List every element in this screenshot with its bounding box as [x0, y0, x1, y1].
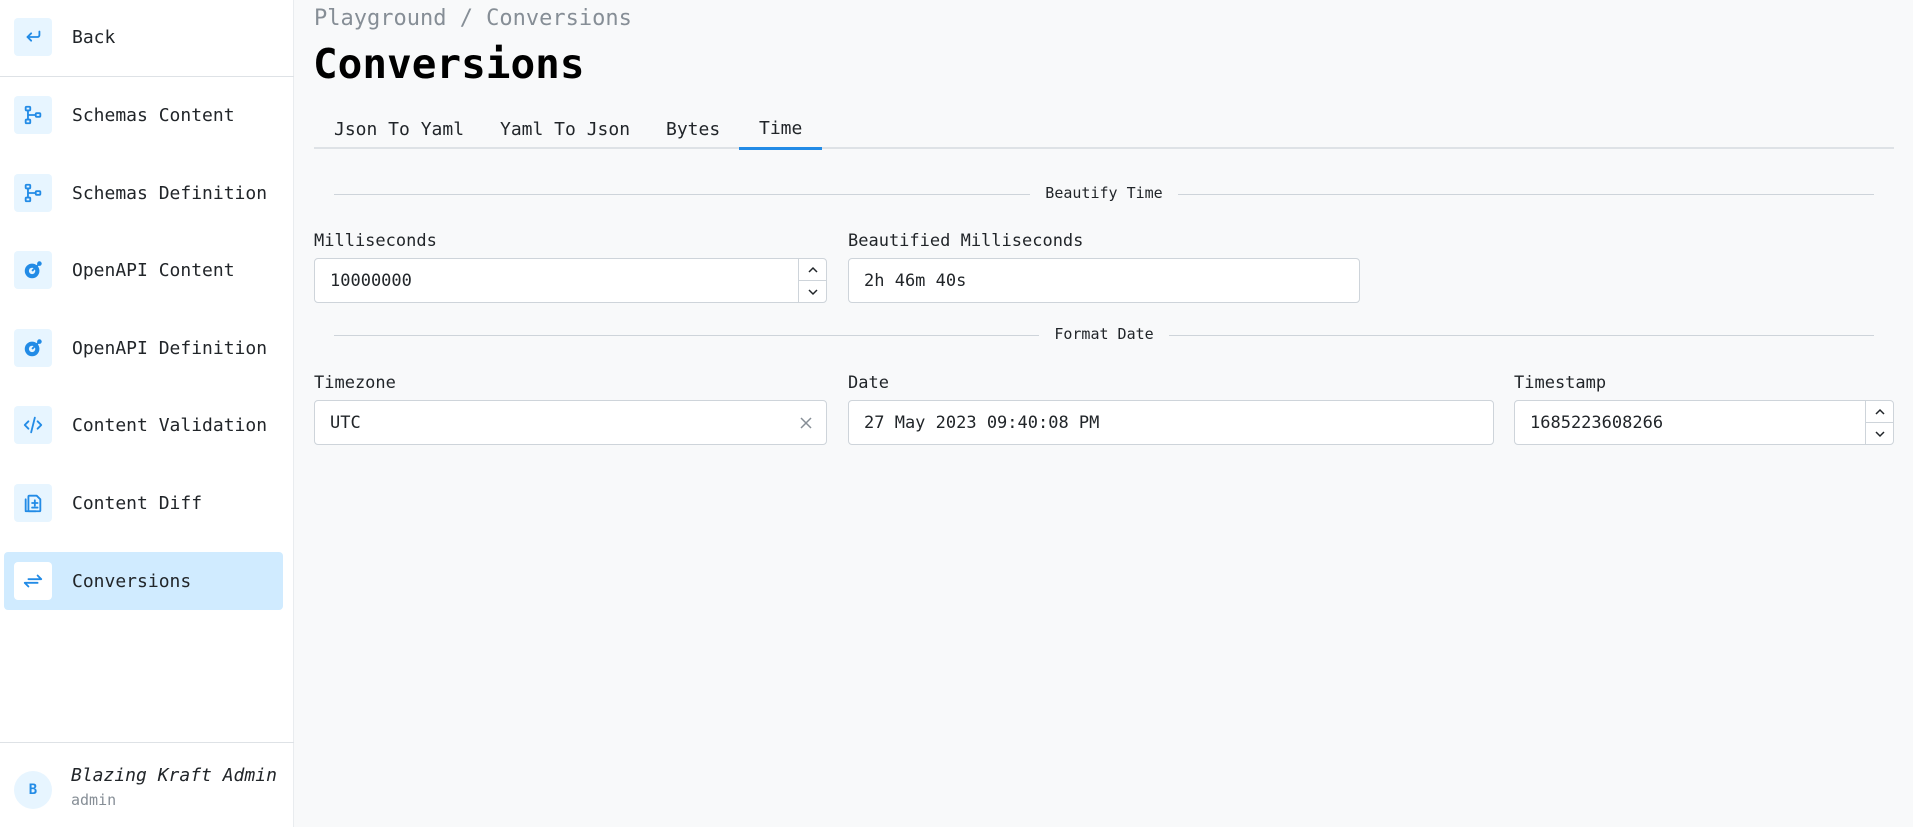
format-date-divider: Format Date	[334, 325, 1874, 345]
tab-json-to-yaml[interactable]: Json To Yaml	[314, 109, 484, 149]
user-profile[interactable]: B Blazing Kraft Admin admin	[0, 743, 294, 827]
sidebar-divider	[0, 76, 294, 77]
close-icon	[800, 417, 812, 429]
avatar: B	[14, 771, 52, 809]
sidebar-item-content-validation[interactable]: Content Validation	[4, 396, 283, 454]
sidebar-item-openapi-definition[interactable]: OpenAPI Definition	[4, 319, 283, 377]
clear-button[interactable]	[796, 413, 816, 433]
increment-button[interactable]	[1866, 401, 1893, 422]
sidebar-item-openapi-content[interactable]: OpenAPI Content	[4, 241, 283, 299]
sidebar-item-label: Conversions	[72, 570, 192, 592]
chevron-up-icon	[807, 266, 818, 273]
timezone-select[interactable]: UTC	[314, 400, 827, 445]
beautified-value: 2h 46m 40s	[864, 270, 967, 291]
sidebar: Back Schemas Content Schemas Definition …	[0, 0, 294, 827]
timezone-value: UTC	[330, 412, 361, 433]
tab-bar: Json To Yaml Yaml To Json Bytes Time	[314, 109, 1894, 150]
milliseconds-label: Milliseconds	[314, 231, 437, 251]
openapi-icon	[14, 251, 52, 289]
sidebar-item-schemas-definition[interactable]: Schemas Definition	[4, 164, 283, 222]
diff-icon	[14, 484, 52, 522]
section-label: Beautify Time	[1033, 184, 1175, 202]
timestamp-label: Timestamp	[1514, 373, 1607, 393]
tab-time[interactable]: Time	[739, 109, 823, 150]
user-role: admin	[71, 791, 117, 809]
chevron-down-icon	[807, 288, 818, 295]
decrement-button[interactable]	[1866, 422, 1893, 444]
back-label: Back	[72, 26, 116, 48]
beautify-time-divider: Beautify Time	[334, 184, 1874, 204]
section-label: Format Date	[1042, 325, 1166, 343]
beautified-milliseconds-label: Beautified Milliseconds	[848, 231, 1084, 251]
chevron-up-icon	[1874, 408, 1885, 415]
page-title: Conversions	[313, 40, 585, 88]
timestamp-input[interactable]: 1685223608266	[1514, 400, 1894, 445]
back-arrow-icon	[14, 18, 52, 56]
sidebar-item-content-diff[interactable]: Content Diff	[4, 474, 283, 532]
sidebar-item-label: Content Validation	[72, 414, 268, 436]
milliseconds-stepper	[798, 259, 826, 302]
date-field[interactable]: 27 May 2023 09:40:08 PM	[848, 400, 1494, 445]
decrement-button[interactable]	[799, 280, 826, 302]
sidebar-item-label: Content Diff	[72, 492, 203, 514]
increment-button[interactable]	[799, 259, 826, 280]
arrows-exchange-icon	[14, 562, 52, 600]
sidebar-item-label: Schemas Definition	[72, 182, 268, 204]
milliseconds-value: 10000000	[330, 270, 412, 291]
code-icon	[14, 406, 52, 444]
openapi-icon	[14, 329, 52, 367]
timestamp-stepper	[1865, 401, 1893, 444]
chevron-down-icon	[1874, 430, 1885, 437]
sidebar-item-schemas-content[interactable]: Schemas Content	[4, 86, 283, 144]
back-button[interactable]: Back	[4, 8, 283, 66]
date-label: Date	[848, 373, 889, 393]
milliseconds-input[interactable]: 10000000	[314, 258, 827, 303]
sidebar-item-label: OpenAPI Definition	[72, 337, 268, 359]
sidebar-item-label: OpenAPI Content	[72, 259, 235, 281]
tab-yaml-to-json[interactable]: Yaml To Json	[480, 109, 650, 149]
sidebar-item-label: Schemas Content	[72, 104, 235, 126]
beautified-milliseconds-field[interactable]: 2h 46m 40s	[848, 258, 1360, 303]
user-name: Blazing Kraft Admin	[71, 765, 277, 786]
breadcrumb: Playground / Conversions	[314, 6, 632, 31]
timestamp-value: 1685223608266	[1530, 412, 1664, 433]
date-value: 27 May 2023 09:40:08 PM	[864, 412, 1100, 433]
tab-bytes[interactable]: Bytes	[646, 109, 740, 149]
timezone-label: Timezone	[314, 373, 396, 393]
schema-icon	[14, 174, 52, 212]
schema-icon	[14, 96, 52, 134]
sidebar-item-conversions[interactable]: Conversions	[4, 552, 283, 610]
